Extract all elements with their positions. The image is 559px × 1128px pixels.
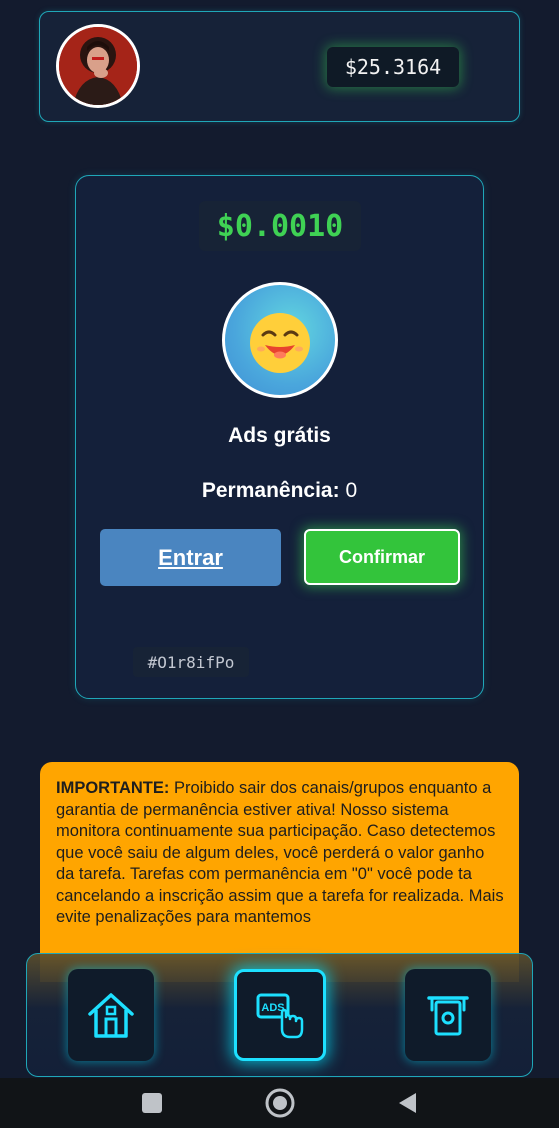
system-nav-bar bbox=[0, 1078, 559, 1128]
recents-icon bbox=[142, 1093, 162, 1113]
wallet-balance: $25.3164 bbox=[327, 47, 459, 87]
notice-text: Proibido sair dos canais/grupos enquanto… bbox=[56, 779, 504, 926]
permanence-label: Permanência: bbox=[201, 479, 340, 502]
confirm-button[interactable]: Confirmar bbox=[304, 529, 460, 585]
task-code: #O1r8ifPo bbox=[133, 647, 249, 677]
important-notice: IMPORTANTE: Proibido sair dos canais/gru… bbox=[40, 762, 519, 982]
task-card: $0.0010 Ads grátis Permanência: 0 Entrar… bbox=[75, 175, 484, 699]
back-button[interactable] bbox=[386, 1078, 430, 1128]
cash-withdraw-icon bbox=[427, 996, 469, 1036]
app-root: $25.3164 $0.0010 Ads grátis Permanência:… bbox=[0, 0, 559, 1128]
permanence-row: Permanência: 0 bbox=[76, 479, 483, 503]
enter-button[interactable]: Entrar bbox=[100, 529, 281, 586]
home-circle-icon bbox=[265, 1088, 295, 1118]
bottom-nav: ADS bbox=[26, 953, 533, 1077]
task-reward: $0.0010 bbox=[199, 201, 361, 251]
permanence-value: 0 bbox=[345, 479, 358, 502]
nav-ads-button[interactable]: ADS bbox=[234, 969, 326, 1061]
task-title: Ads grátis bbox=[228, 424, 331, 447]
nav-cash-button[interactable] bbox=[405, 969, 491, 1061]
nav-home-button[interactable] bbox=[68, 969, 154, 1061]
notice-title: IMPORTANTE: bbox=[56, 779, 174, 797]
ads-click-icon: ADS bbox=[256, 993, 304, 1039]
laughing-emoji-icon bbox=[222, 282, 338, 398]
system-home-button[interactable] bbox=[258, 1078, 302, 1128]
avatar-photo-icon bbox=[59, 27, 137, 105]
user-avatar[interactable] bbox=[56, 24, 140, 108]
home-icon bbox=[88, 993, 134, 1038]
recents-button[interactable] bbox=[130, 1078, 174, 1128]
back-icon bbox=[399, 1093, 416, 1113]
header-bar: $25.3164 bbox=[39, 11, 520, 122]
